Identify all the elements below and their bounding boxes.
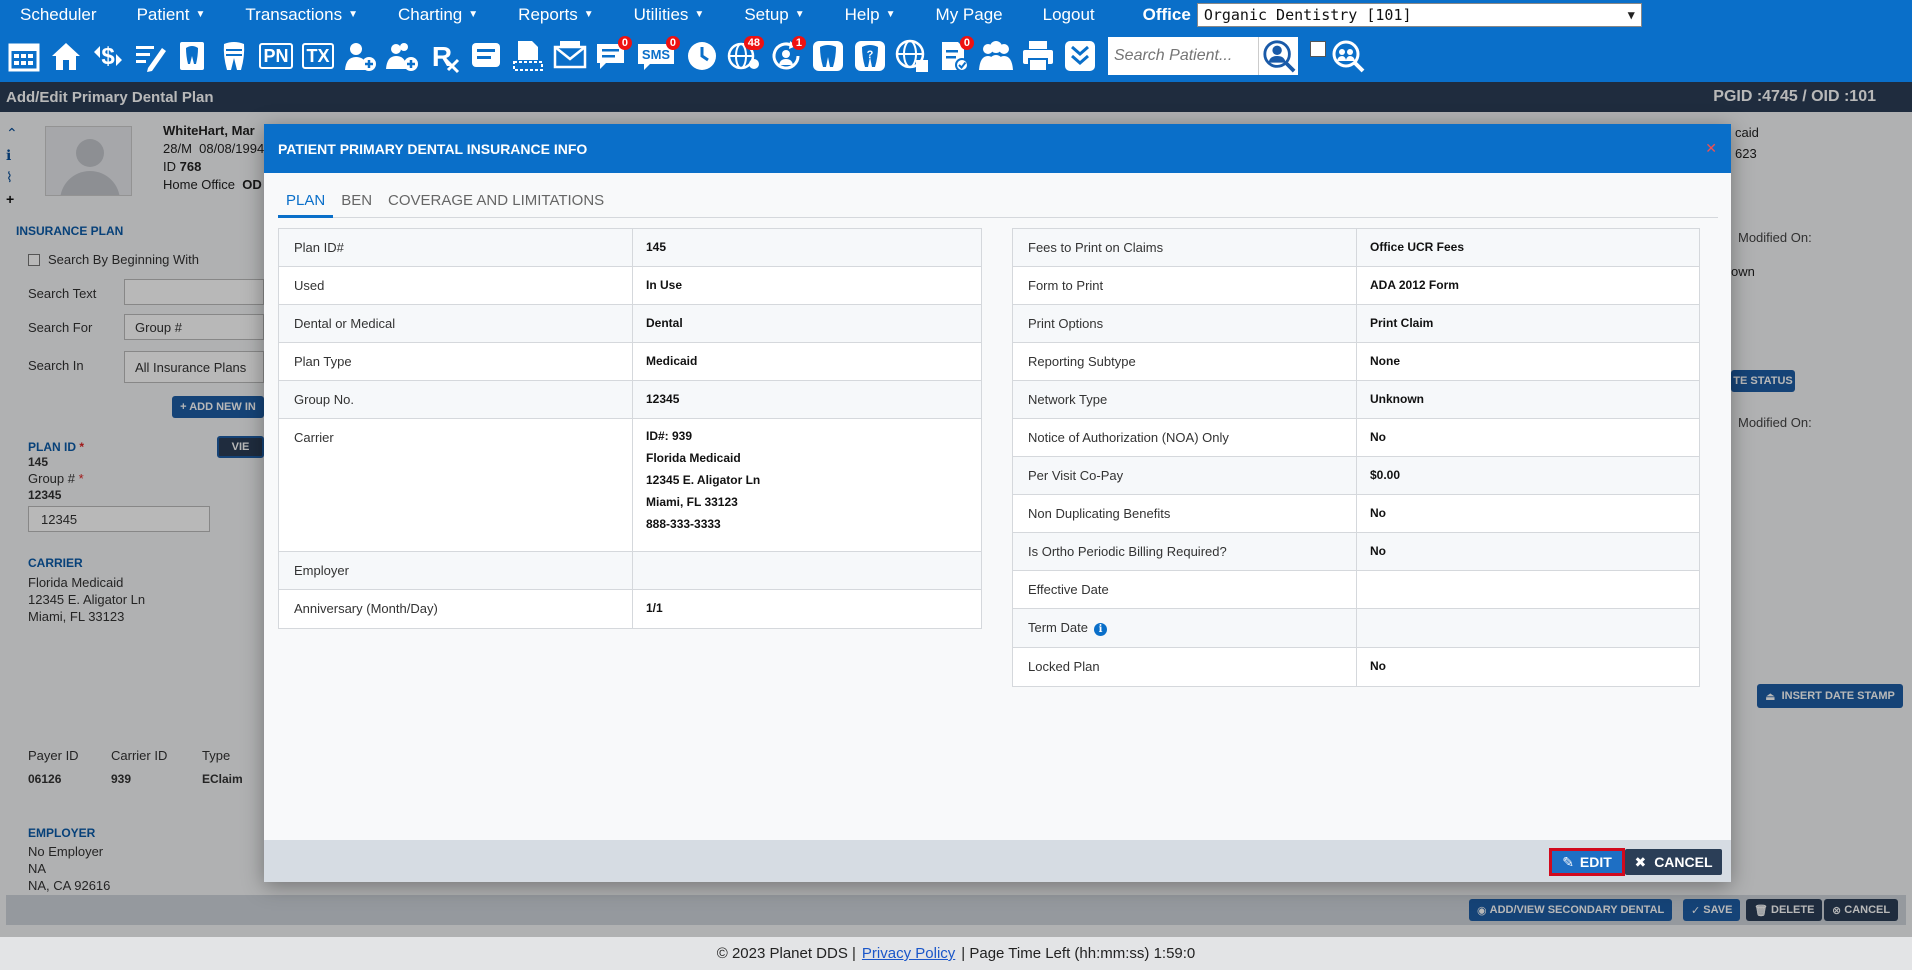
menu-help[interactable]: Help ▼ <box>825 0 916 29</box>
tab-ben[interactable]: BEN <box>333 189 380 218</box>
sms-label: SMS <box>642 47 671 62</box>
plan-details-left: Plan ID# 145 Used In Use Dental or Medical… <box>278 228 982 629</box>
modal-body: PLAN BEN COVERAGE AND LIMITATIONS Plan I… <box>264 173 1731 840</box>
table-row: Term Date i <box>1013 609 1699 648</box>
dollar-exchange-icon[interactable]: $ <box>88 34 128 78</box>
table-row: Anniversary (Month/Day) 1/1 <box>279 590 981 628</box>
caret-down-icon: ▼ <box>195 9 206 20</box>
notes-icon[interactable] <box>466 34 506 78</box>
pencil-icon: ✎ <box>1562 853 1574 870</box>
mail-icon[interactable] <box>550 34 590 78</box>
caret-down-icon: ▼ <box>583 9 594 20</box>
patient-search-input[interactable] <box>1108 36 1258 75</box>
table-row: Network Type Unknown <box>1013 381 1699 419</box>
menu-charting[interactable]: Charting ▼ <box>378 0 498 29</box>
privacy-policy-link[interactable]: Privacy Policy <box>862 945 955 962</box>
patient-search-button[interactable] <box>1258 36 1298 75</box>
page-footer: © 2023 Planet DDS | Privacy Policy | Pag… <box>0 937 1912 970</box>
svg-text:?: ? <box>867 49 874 61</box>
menu-setup[interactable]: Setup ▼ <box>724 0 824 29</box>
table-row: Used In Use <box>279 267 981 305</box>
checklist-icon[interactable]: 0 <box>934 34 974 78</box>
tab-coverage-and-limitations[interactable]: COVERAGE AND LIMITATIONS <box>380 189 612 218</box>
modal-footer: ✎ EDIT ✖ CANCEL <box>264 840 1731 882</box>
table-row: Print Options Print Claim <box>1013 305 1699 343</box>
menu-reports[interactable]: Reports ▼ <box>498 0 613 29</box>
user-search-icon <box>1262 39 1295 72</box>
table-row: Is Ortho Periodic Billing Required? No <box>1013 533 1699 571</box>
icon-toolbar: $ PN TX R 0 SMS 0 48 1 ? 0 <box>0 29 1912 82</box>
modal-tabs: PLAN BEN COVERAGE AND LIMITATIONS <box>278 189 1718 218</box>
office-select[interactable]: Organic Dentistry [101] ▼ <box>1196 2 1642 27</box>
prescription-icon[interactable]: R <box>424 34 464 78</box>
document-scan-icon[interactable] <box>508 34 548 78</box>
double-chevron-down-icon[interactable] <box>1060 34 1100 78</box>
add-patient-icon[interactable] <box>340 34 380 78</box>
close-icon[interactable]: ✕ <box>1705 140 1717 157</box>
add-family-icon[interactable] <box>382 34 422 78</box>
table-row: Form to Print ADA 2012 Form <box>1013 267 1699 305</box>
table-row: Plan ID# 145 <box>279 229 981 267</box>
caret-down-icon: ▼ <box>468 9 479 20</box>
treatment-plan-icon[interactable]: TX <box>298 34 338 78</box>
tooth-question-icon[interactable]: ? <box>850 34 890 78</box>
table-row: Employer <box>279 552 981 590</box>
clock-icon[interactable] <box>682 34 722 78</box>
calendar-icon[interactable] <box>4 34 44 78</box>
cancel-button[interactable]: ✖ CANCEL <box>1625 849 1722 875</box>
modal-header: PATIENT PRIMARY DENTAL INSURANCE INFO ✕ <box>264 124 1731 173</box>
table-row: Per Visit Co-Pay $0.00 <box>1013 457 1699 495</box>
home-icon[interactable] <box>46 34 86 78</box>
menu-scheduler[interactable]: Scheduler <box>0 0 117 29</box>
close-icon: ✖ <box>1634 853 1647 870</box>
insurance-info-modal: PATIENT PRIMARY DENTAL INSURANCE INFO ✕ … <box>264 124 1731 882</box>
menu-my-page[interactable]: My Page <box>916 0 1023 29</box>
printer-icon[interactable] <box>1018 34 1058 78</box>
advanced-search-icon[interactable] <box>1328 34 1368 78</box>
table-row: Carrier ID#: 939 Florida Medicaid 12345 … <box>279 419 981 552</box>
recall-icon[interactable]: 1 <box>766 34 806 78</box>
menu-logout[interactable]: Logout <box>1023 0 1115 29</box>
modal-title: PATIENT PRIMARY DENTAL INSURANCE INFO <box>278 140 588 157</box>
toolbar-checkbox[interactable] <box>1310 40 1326 57</box>
table-row: Plan Type Medicaid <box>279 343 981 381</box>
table-row: Non Duplicating Benefits No <box>1013 495 1699 533</box>
menu-utilities[interactable]: Utilities ▼ <box>614 0 725 29</box>
info-icon[interactable]: i <box>1093 623 1107 636</box>
svg-text:$: $ <box>101 43 115 70</box>
top-menu-bar: Scheduler Patient ▼ Transactions ▼ Chartin… <box>0 0 1912 29</box>
tooth-perio-icon[interactable] <box>214 34 254 78</box>
table-row: Reporting Subtype None <box>1013 343 1699 381</box>
caret-down-icon: ▼ <box>794 9 805 20</box>
web-network-icon[interactable] <box>892 34 932 78</box>
office-label: Office <box>1142 4 1191 24</box>
table-row: Group No. 12345 <box>279 381 981 419</box>
patient-search <box>1108 36 1298 75</box>
progress-notes-icon[interactable]: PN <box>256 34 296 78</box>
tooth-chart-icon[interactable] <box>172 34 212 78</box>
edit-button[interactable]: ✎ EDIT <box>1549 848 1625 876</box>
sms-icon[interactable]: SMS 0 <box>634 34 680 78</box>
menu-transactions[interactable]: Transactions ▼ <box>225 0 378 29</box>
messages-icon[interactable]: 0 <box>592 34 632 78</box>
table-row: Notice of Authorization (NOA) Only No <box>1013 419 1699 457</box>
menu-patient[interactable]: Patient ▼ <box>117 0 226 29</box>
tab-plan[interactable]: PLAN <box>278 189 334 218</box>
caret-down-icon: ▼ <box>348 9 358 20</box>
table-row: Dental or Medical Dental <box>279 305 981 343</box>
chevron-down-icon: ▼ <box>1627 7 1635 22</box>
edit-list-icon[interactable] <box>130 34 170 78</box>
group-users-icon[interactable] <box>976 34 1016 78</box>
carrier-details: ID#: 939 Florida Medicaid 12345 E. Aliga… <box>646 429 761 531</box>
tooth-icon[interactable] <box>808 34 848 78</box>
caret-down-icon: ▼ <box>885 9 896 20</box>
table-row: Fees to Print on Claims Office UCR Fees <box>1013 229 1699 267</box>
globe-users-icon[interactable]: 48 <box>724 34 764 78</box>
plan-details-right: Fees to Print on Claims Office UCR Fees F… <box>1012 228 1700 687</box>
table-row: Locked Plan No <box>1013 648 1699 686</box>
caret-down-icon: ▼ <box>694 9 705 20</box>
table-row: Effective Date <box>1013 571 1699 609</box>
